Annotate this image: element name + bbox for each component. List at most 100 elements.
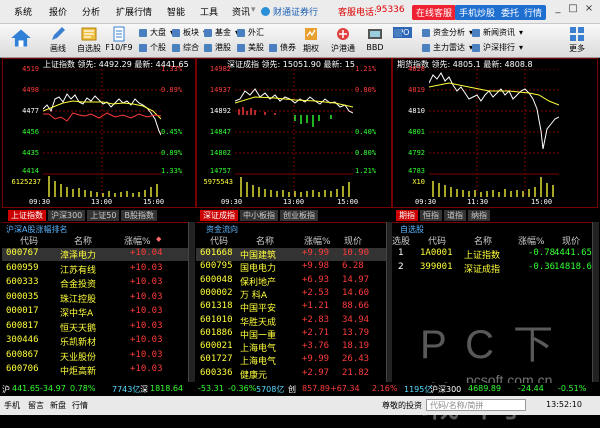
stock-price: 34.94 xyxy=(342,314,370,325)
table-row[interactable]: 000767 漳泽电力 +10.04 xyxy=(2,248,192,261)
table-row[interactable]: 000035 珠江控股 +10.03 xyxy=(2,292,192,305)
table-row[interactable]: 601886 中国一重 +2.71 13.79 xyxy=(196,328,392,341)
bottom-mobile[interactable]: 手机 xyxy=(4,400,20,411)
tab-sme-board[interactable]: 中小板指 xyxy=(240,210,279,221)
tab-b-share[interactable]: B股指数 xyxy=(121,210,158,221)
watchlist-button[interactable]: 自选股 xyxy=(74,26,104,54)
stock-name: 江苏有线 xyxy=(60,265,97,276)
col-code[interactable]: 代码 xyxy=(210,234,228,247)
menu-extended-quote[interactable]: 扩展行情 xyxy=(116,5,152,18)
greeting-text: 尊敬的投资 xyxy=(382,401,422,410)
tab-sh-index[interactable]: 上证指数 xyxy=(8,210,47,221)
toolbar-hk-stock[interactable]: 港股 xyxy=(203,42,231,54)
table-row[interactable]: 600336 健康元 +2.97 21.82 xyxy=(196,368,392,381)
toolbar-sector[interactable]: 板块 xyxy=(171,27,207,39)
online-service-button[interactable]: 在线客服 xyxy=(412,5,457,20)
col-code[interactable]: 代码 xyxy=(428,234,446,247)
table-row[interactable]: 601727 上海电气 +9.99 26.43 xyxy=(196,354,392,367)
code-search-input[interactable]: 代码/名称/简拼 xyxy=(426,399,526,411)
table-row[interactable]: 1 1A0001 上证指数 -0.78 4441.65 xyxy=(392,248,598,261)
toolbar-fund-analysis[interactable]: 资金分析 xyxy=(421,27,473,39)
table-row[interactable]: 601010 华胜天成 +2.83 34.94 xyxy=(196,315,392,328)
cy-pct: 2.16% xyxy=(372,384,398,393)
menu-news[interactable]: 资讯 xyxy=(232,5,250,18)
chart-futures[interactable]: 期货指数 领先: 4805.1 最新: 4808.8 4828 4819 481… xyxy=(392,58,598,208)
toolbar-dapan[interactable]: 大盘 xyxy=(138,27,174,39)
tab-dow[interactable]: 道指 xyxy=(444,210,467,221)
bottom-market[interactable]: 行情 xyxy=(72,400,88,411)
close-icon[interactable]: × xyxy=(582,2,596,15)
table-row[interactable]: 000017 深中华A +10.03 xyxy=(2,306,192,319)
toolbar-bond[interactable]: 债券 xyxy=(268,42,296,54)
f10-button[interactable]: F10/F9 xyxy=(104,26,134,52)
table-row[interactable]: 000002 万 科A +2.53 14.60 xyxy=(196,288,392,301)
col-code[interactable]: 代码 xyxy=(20,234,38,247)
x-tick: 15:00 xyxy=(531,198,553,206)
tab-hs300[interactable]: 沪深300 xyxy=(48,210,87,221)
table-row[interactable]: 600817 恒天天鹅 +10.03 xyxy=(2,321,192,334)
chart-shanghai[interactable]: 上证指数 领先: 4492.29 最新: 4441.65 4519 4498 4… xyxy=(2,58,196,208)
table-row[interactable]: 600706 中炬高新 +10.03 xyxy=(2,364,192,377)
draw-line-button[interactable]: 画线 xyxy=(43,26,73,54)
table-row[interactable]: 600959 江苏有线 +10.03 xyxy=(2,263,192,276)
mobile-trade-button[interactable]: 手机炒股 xyxy=(455,5,500,20)
sh-value: 441.65 xyxy=(12,384,40,393)
stock-connect-label: 沪港通 xyxy=(331,44,355,53)
table-row[interactable]: 300446 乐凯新材 +10.03 xyxy=(2,335,192,348)
toolbar-ranking[interactable]: 沪深排行 xyxy=(471,42,523,54)
table-row[interactable]: 600867 天业股份 +10.03 xyxy=(2,350,192,363)
col-name[interactable]: 名称 xyxy=(474,234,492,247)
col-change[interactable]: 涨幅% xyxy=(304,234,331,247)
stock-code: 000017 xyxy=(6,306,39,316)
toolbar-forex[interactable]: 外汇 xyxy=(236,27,264,39)
toolbar-ipo[interactable]: IPO xyxy=(393,27,413,38)
tab-hang-seng[interactable]: 恒指 xyxy=(420,210,443,221)
table-row[interactable]: 600048 保利地产 +6.93 14.97 xyxy=(196,275,392,288)
market-button[interactable]: 行情 xyxy=(520,5,547,20)
toolbar-news[interactable]: 新闻资讯 xyxy=(471,27,523,39)
col-select[interactable]: 选股 xyxy=(392,234,410,247)
tab-nasdaq[interactable]: 纳指 xyxy=(468,210,491,221)
bottom-new-disk[interactable]: 新盘 xyxy=(50,400,66,411)
more-button[interactable]: 更多 xyxy=(562,26,592,54)
menu-tools[interactable]: 工具 xyxy=(200,5,218,18)
menu-quote[interactable]: 报价 xyxy=(49,5,67,18)
col-change[interactable]: 涨幅% xyxy=(518,234,545,247)
toolbar-stock[interactable]: 个股 xyxy=(138,42,166,54)
bottom-message[interactable]: 留言 xyxy=(28,400,44,411)
table-row[interactable]: 2 399001 深证成指 -0.36 14818.64 xyxy=(392,262,598,275)
ranking-scrollbar[interactable] xyxy=(188,222,195,382)
tab-futures[interactable]: 期指 xyxy=(396,210,419,221)
toolbar-us-stock[interactable]: 美股 xyxy=(236,42,264,54)
tab-chinext[interactable]: 创业板指 xyxy=(280,210,319,221)
toolbar-main-radar[interactable]: 主力雷达 xyxy=(421,42,473,54)
toolbar-fund[interactable]: 基金 xyxy=(203,27,239,39)
option-button[interactable]: 期权 xyxy=(296,26,326,54)
maximize-icon[interactable]: □ xyxy=(566,2,580,15)
col-change[interactable]: 涨幅% xyxy=(124,234,151,247)
table-row[interactable]: 600021 上海电气 +3.76 18.19 xyxy=(196,341,392,354)
table-row[interactable]: 600333 合金投资 +10.03 xyxy=(2,277,192,290)
stock-connect-button[interactable]: 沪港通 xyxy=(328,26,358,54)
bbd-icon xyxy=(368,29,382,39)
tab-sh50[interactable]: 上证50 xyxy=(87,210,121,221)
stock-change: +9.99 xyxy=(302,248,330,258)
table-row[interactable]: 600795 国电电力 +9.98 6.28 xyxy=(196,261,392,274)
col-name[interactable]: 名称 xyxy=(256,234,274,247)
table-row[interactable]: 601668 中国建筑 +9.99 10.90 xyxy=(196,248,392,261)
table-row[interactable]: 601318 中国平安 +1.21 88.66 xyxy=(196,301,392,314)
home-button[interactable] xyxy=(6,27,36,50)
col-price[interactable]: 现价 xyxy=(562,234,580,247)
menu-system[interactable]: 系统 xyxy=(14,5,32,18)
chart-shenzhen[interactable]: 深证成指 领先: 15051.90 最新: 15 14982 14937 148… xyxy=(196,58,392,208)
stock-code: 000002 xyxy=(200,287,233,298)
col-name[interactable]: 名称 xyxy=(74,234,92,247)
bbd-label: BBD xyxy=(366,43,384,52)
minimize-icon[interactable]: _ xyxy=(551,2,565,15)
bbd-button[interactable]: BBD xyxy=(360,26,390,52)
menu-smart[interactable]: 智能 xyxy=(167,5,185,18)
menu-analysis[interactable]: 分析 xyxy=(82,5,100,18)
tab-sz-component[interactable]: 深证成指 xyxy=(200,210,239,221)
toolbar-composite[interactable]: 综合 xyxy=(171,42,199,54)
col-price[interactable]: 现价 xyxy=(344,234,362,247)
